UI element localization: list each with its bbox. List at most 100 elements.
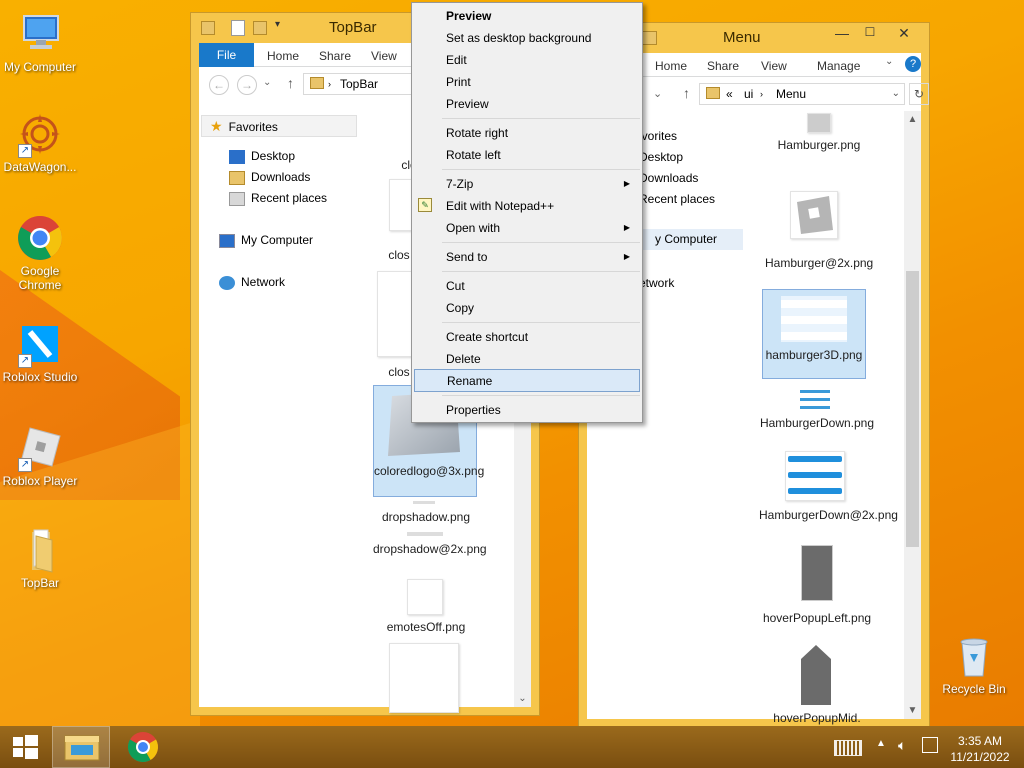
tab-home[interactable]: Home <box>267 43 299 67</box>
quick-access-dropdown-icon[interactable]: ▾ <box>275 19 280 30</box>
menu-item-preview-default[interactable]: Preview <box>414 5 640 27</box>
back-icon[interactable]: ← <box>209 75 229 95</box>
tab-share[interactable]: Share <box>707 53 739 77</box>
nav-label: Downloads <box>251 170 311 184</box>
file-item[interactable]: emotesOff.png <box>369 620 483 635</box>
recent-locations-icon[interactable]: ⌄ <box>263 77 271 88</box>
menu-item-create-shortcut[interactable]: Create shortcut <box>414 326 640 348</box>
nav-network[interactable]: etwork <box>639 276 674 290</box>
minimize-button[interactable]: — <box>829 25 855 45</box>
file-item[interactable]: HamburgerDown@2x.png <box>759 508 898 523</box>
menu-item-print[interactable]: Print <box>414 71 640 93</box>
nav-downloads[interactable]: Downloads <box>229 170 310 185</box>
desktop-icon-recycle-bin[interactable]: Recycle Bin <box>934 632 1014 696</box>
nav-downloads[interactable]: Downloads <box>639 171 698 185</box>
file-thumbnail <box>790 191 838 239</box>
file-item[interactable]: hoverPopupMid. <box>759 711 875 726</box>
menu-item-cut[interactable]: Cut <box>414 275 640 297</box>
nav-recent-places[interactable]: Recent places <box>639 192 715 206</box>
menu-item-open-with[interactable]: Open with ▶ <box>414 217 640 239</box>
file-thumbnail <box>807 113 831 133</box>
menu-item-delete[interactable]: Delete <box>414 348 640 370</box>
menu-separator <box>442 322 640 323</box>
window-title: TopBar <box>329 19 377 36</box>
properties-quick-icon[interactable] <box>231 20 245 36</box>
address-bar[interactable]: « ui › Menu ⌄ <box>699 83 905 105</box>
desktop-icon-roblox-studio[interactable]: ↗ Roblox Studio <box>0 320 80 384</box>
menu-item-preview[interactable]: Preview <box>414 93 640 115</box>
address-bar[interactable]: › TopBar <box>303 73 423 95</box>
breadcrumb-topbar[interactable]: TopBar <box>340 74 378 94</box>
desktop-icon-datawagon[interactable]: ↗ DataWagon... <box>0 110 80 174</box>
help-icon[interactable]: ? <box>905 56 921 72</box>
menu-item-edit-notepadpp[interactable]: ✎ Edit with Notepad++ <box>414 195 640 217</box>
forward-icon[interactable]: → <box>237 75 257 95</box>
desktop-icon-label: DataWagon... <box>3 160 77 174</box>
menu-item-copy[interactable]: Copy <box>414 297 640 319</box>
file-item[interactable]: dropshadow@2x.png <box>373 542 487 557</box>
breadcrumb-menu[interactable]: Menu <box>776 84 806 104</box>
tab-manage[interactable]: Manage <box>817 53 860 77</box>
file-item[interactable]: dropshadow.png <box>369 510 483 525</box>
file-item[interactable]: HamburgerDown.png <box>759 416 875 431</box>
scroll-up-icon[interactable]: ▲ <box>904 111 921 128</box>
forward-icon[interactable]: ⌄ <box>653 87 662 100</box>
taskbar-file-explorer[interactable] <box>52 726 110 768</box>
file-item[interactable]: Hamburger@2x.png <box>765 256 873 271</box>
nav-desktop[interactable]: Desktop <box>229 149 295 164</box>
tab-view[interactable]: View <box>371 43 397 67</box>
scroll-thumb[interactable] <box>906 271 919 547</box>
tab-share[interactable]: Share <box>319 43 351 67</box>
up-arrow-icon[interactable]: ↑ <box>287 75 294 91</box>
vertical-scrollbar[interactable]: ▲ ▼ <box>904 111 921 719</box>
nav-label: Recent places <box>251 191 328 205</box>
desktop-icon-chrome[interactable]: Google Chrome <box>0 214 80 292</box>
scroll-down-icon[interactable]: ⌄ <box>514 690 531 707</box>
clock-date[interactable]: 11/21/2022 <box>944 750 1016 764</box>
new-folder-quick-icon[interactable] <box>253 21 267 35</box>
file-item[interactable]: hoverPopupLeft.png <box>759 611 875 626</box>
refresh-icon[interactable]: ↻ <box>909 83 929 105</box>
menu-item-set-desktop-background[interactable]: Set as desktop background <box>414 27 640 49</box>
nav-my-computer[interactable]: y Computer <box>627 229 743 250</box>
menu-item-properties[interactable]: Properties <box>414 399 640 421</box>
submenu-arrow-icon: ▶ <box>623 179 630 188</box>
tab-file[interactable]: File <box>199 43 254 67</box>
maximize-button[interactable]: ☐ <box>857 25 883 45</box>
tab-view[interactable]: View <box>761 53 787 77</box>
show-hidden-icons[interactable]: ▲ <box>876 738 886 749</box>
breadcrumb-overflow[interactable]: « <box>726 84 733 104</box>
nav-my-computer[interactable]: My Computer <box>219 233 313 248</box>
menu-item-rotate-left[interactable]: Rotate left <box>414 144 640 166</box>
file-item[interactable]: Hamburger.png <box>757 138 881 153</box>
touch-keyboard-icon[interactable] <box>834 740 862 756</box>
menu-item-send-to[interactable]: Send to ▶ <box>414 246 640 268</box>
nav-favorites[interactable]: ★ Favorites <box>201 115 357 137</box>
scroll-down-icon[interactable]: ▼ <box>904 702 921 719</box>
nav-network[interactable]: Network <box>219 275 285 290</box>
menu-item-7zip[interactable]: 7-Zip ▶ <box>414 173 640 195</box>
chevron-down-icon[interactable]: ⌄ <box>892 84 900 104</box>
desktop-icon-roblox-player[interactable]: ↗ Roblox Player <box>0 424 80 488</box>
menu-item-rename[interactable]: Rename <box>414 369 640 392</box>
desktop-icon-label: TopBar <box>20 576 60 590</box>
close-button[interactable]: ✕ <box>885 25 923 45</box>
ribbon-expand-icon[interactable]: ⌄ <box>885 56 893 67</box>
nav-desktop[interactable]: Desktop <box>639 150 683 164</box>
file-explorer-icon <box>64 735 100 761</box>
breadcrumb-ui[interactable]: ui <box>744 84 753 104</box>
menu-item-edit[interactable]: Edit <box>414 49 640 71</box>
up-arrow-icon[interactable]: ↑ <box>683 85 690 101</box>
desktop-icon-label: Roblox Studio <box>2 370 78 384</box>
network-tray-icon[interactable] <box>922 737 938 753</box>
desktop-icon-topbar-folder[interactable]: TopBar <box>0 526 80 590</box>
volume-icon[interactable]: 🔈︎ <box>898 737 906 754</box>
menu-item-rotate-right[interactable]: Rotate right <box>414 122 640 144</box>
start-button[interactable] <box>0 726 50 768</box>
clock-time[interactable]: 3:35 AM <box>944 734 1016 748</box>
selected-file-item[interactable]: hamburger3D.png <box>762 289 866 379</box>
taskbar-chrome[interactable] <box>114 726 172 768</box>
tab-home[interactable]: Home <box>655 53 687 77</box>
nav-recent-places[interactable]: Recent places <box>229 191 327 206</box>
desktop-icon-my-computer[interactable]: My Computer <box>0 10 80 74</box>
